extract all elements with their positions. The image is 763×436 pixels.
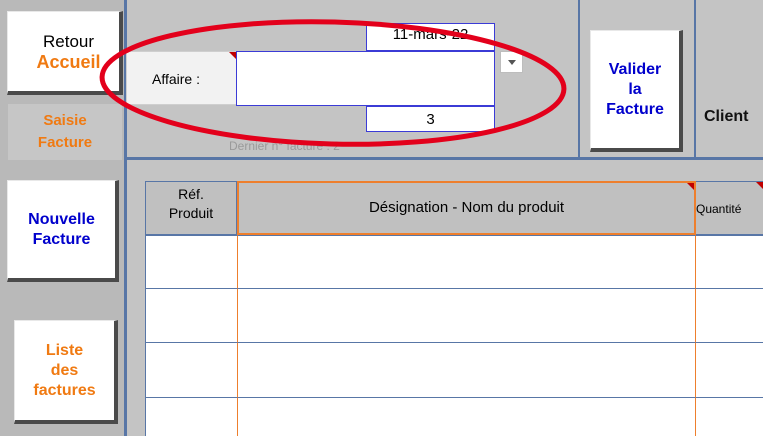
- table-cell-ref[interactable]: [145, 397, 237, 436]
- column-header-quantite: Quantité: [696, 181, 763, 235]
- date-field[interactable]: 11-mars-22: [366, 23, 495, 51]
- designation-header-text: Désignation - Nom du produit: [368, 199, 565, 216]
- client-label: Client: [704, 108, 749, 125]
- table-cell-quantite[interactable]: [696, 288, 763, 342]
- dernier-facture-text: Dernier n° facture : 2: [229, 139, 340, 153]
- liste-factures-button[interactable]: Liste des factures: [14, 320, 118, 424]
- table-cell-ref[interactable]: [145, 288, 237, 342]
- saisie-line1: Saisie: [43, 112, 87, 129]
- liste-line1: Liste: [45, 341, 84, 359]
- retour-accueil-button[interactable]: Retour Accueil: [7, 11, 123, 95]
- table-cell-designation[interactable]: [237, 397, 696, 436]
- column-header-ref-produit: Réf. Produit: [145, 181, 237, 235]
- valider-facture-button[interactable]: Valider la Facture: [590, 30, 683, 152]
- table-cell-designation[interactable]: [237, 235, 696, 288]
- valider-line2: la: [628, 80, 642, 98]
- nouvelle-line1: Nouvelle: [28, 210, 95, 228]
- retour-label: Retour: [42, 31, 95, 51]
- affaire-label: Affaire :: [126, 51, 237, 105]
- ref-header-line2: Produit: [168, 205, 214, 221]
- valider-line3: Facture: [606, 100, 664, 118]
- comment-indicator-icon: [687, 183, 694, 190]
- affaire-input[interactable]: [236, 51, 495, 106]
- table-cell-quantite[interactable]: [696, 342, 763, 397]
- nouvelle-facture-button[interactable]: Nouvelle Facture: [7, 180, 119, 282]
- header-vertical-divider-2: [694, 0, 696, 160]
- facture-number-field[interactable]: 3: [366, 106, 495, 132]
- table-cell-ref[interactable]: [145, 342, 237, 397]
- comment-indicator-icon: [756, 182, 763, 189]
- saisie-line2: Facture: [37, 134, 93, 151]
- chevron-down-icon: [508, 60, 516, 65]
- saisie-facture-label: Saisie Facture: [8, 104, 122, 160]
- column-header-designation: Désignation - Nom du produit: [237, 181, 696, 235]
- table-cell-quantite[interactable]: [696, 397, 763, 436]
- valider-line1: Valider: [608, 60, 662, 78]
- table-cell-quantite[interactable]: [696, 235, 763, 288]
- header-vertical-divider: [578, 0, 580, 160]
- ref-header-line1: Réf.: [178, 186, 204, 202]
- table-cell-ref[interactable]: [145, 235, 237, 288]
- accueil-label: Accueil: [36, 51, 101, 72]
- table-cell-designation[interactable]: [237, 342, 696, 397]
- table-cell-designation[interactable]: [237, 288, 696, 342]
- affaire-label-text: Affaire :: [152, 71, 200, 87]
- liste-line2: des: [50, 361, 79, 379]
- affaire-dropdown-button[interactable]: [500, 51, 523, 73]
- quantite-header-text: Quantité: [696, 202, 742, 216]
- nouvelle-line2: Facture: [32, 230, 91, 248]
- comment-indicator-icon: [229, 52, 236, 59]
- liste-line3: factures: [33, 381, 96, 399]
